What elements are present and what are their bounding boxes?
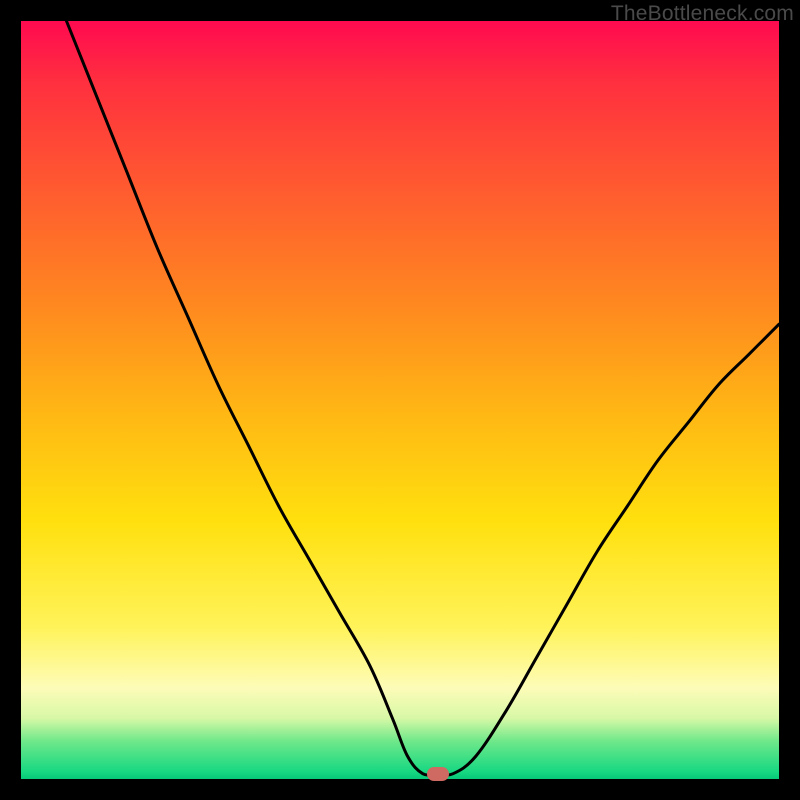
bottleneck-curve xyxy=(21,21,779,779)
plot-area xyxy=(21,21,779,779)
minimum-marker xyxy=(427,767,449,781)
watermark-text: TheBottleneck.com xyxy=(611,2,794,26)
curve-line xyxy=(66,21,779,775)
chart-frame: TheBottleneck.com xyxy=(0,0,800,800)
